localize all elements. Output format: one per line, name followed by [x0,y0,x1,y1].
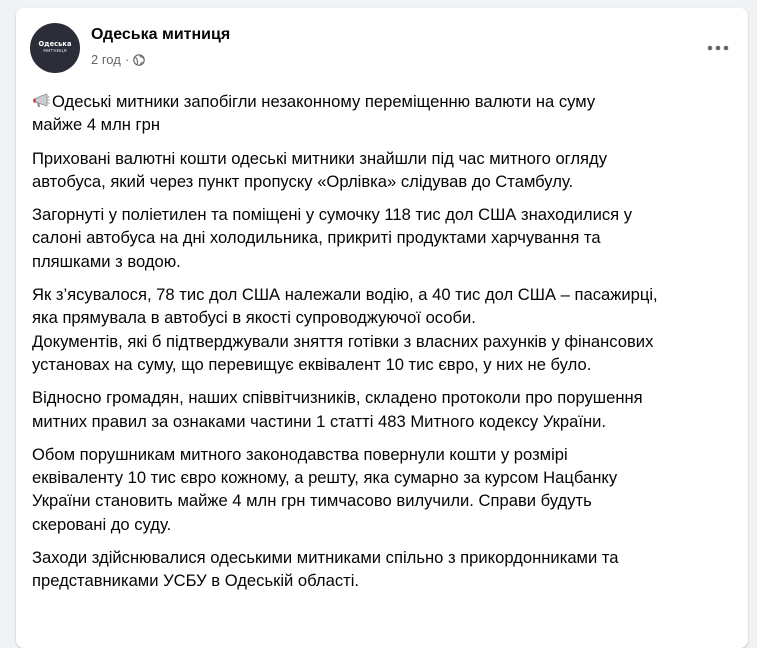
post-meta: 2 год · [91,52,145,67]
text-line: установах на суму, що перевищує еквівале… [32,354,592,374]
post-header: Одеська митниця Одеська митниця 2 год · [16,8,748,80]
more-options-icon[interactable] [700,30,736,66]
avatar-label-line-1: Одеська [38,40,72,48]
text-line: представниками УСБУ в Одеській області. [32,571,360,591]
avatar-label-line-2: митниця [43,48,67,54]
text-line: Одеські митники запобігли незаконному пе… [32,90,734,113]
text-line: скеровані до суду. [32,514,172,534]
text-line: Відносно громадян, наших співвітчизників… [32,388,643,408]
text-line: автобуса, який через пункт пропуску «Орл… [32,171,574,191]
megaphone-icon [32,92,50,108]
paragraph: Приховані валютні кошти одеські митники … [32,147,734,194]
paragraph: Обом порушникам митного законодавства по… [32,443,734,536]
text-line: Документів, які б підтверджували зняття … [32,331,654,351]
text-line: Заходи здійснювалися одеськими митниками… [32,548,619,568]
text-line: пляшками з водою. [32,251,181,271]
text-line: України становить майже 4 млн грн тимчас… [32,491,592,511]
paragraph: Заходи здійснювалися одеськими митниками… [32,546,734,593]
headline-line-2: майже 4 млн грн [32,115,160,135]
paragraph: Відносно громадян, наших співвітчизників… [32,386,734,433]
text-line: митних правил за ознаками частини 1 стат… [32,411,607,431]
text-line: еквіваленту 10 тис євро кожному, а решту… [32,468,618,488]
meta-separator: · [124,52,130,67]
text-line: Загорнуті у поліетилен та поміщені у сум… [32,205,633,225]
text-line: яка прямувала в автобусі в якості супров… [32,308,476,328]
post-body: Одеські митники запобігли незаконному пе… [16,80,748,593]
text-line: Приховані валютні кошти одеські митники … [32,148,608,168]
paragraph: Загорнуті у поліетилен та поміщені у сум… [32,203,734,273]
text-line: Як з’ясувалося, 78 тис дол США належали … [32,285,658,305]
post-headline: Одеські митники запобігли незаконному пе… [32,90,734,137]
paragraph: Як з’ясувалося, 78 тис дол США належали … [32,283,734,376]
globe-icon[interactable] [133,53,145,66]
post-timestamp[interactable]: 2 год [91,52,121,67]
text-line: Обом порушникам митного законодавства по… [32,444,568,464]
post-card: Одеська митниця Одеська митниця 2 год · [16,8,748,648]
text-line: салоні автобуса на дні холодильника, при… [32,228,601,248]
headline-line-1: Одеські митники запобігли незаконному пе… [52,92,596,111]
avatar[interactable]: Одеська митниця [30,23,80,73]
page-name-link[interactable]: Одеська митниця [91,26,230,44]
